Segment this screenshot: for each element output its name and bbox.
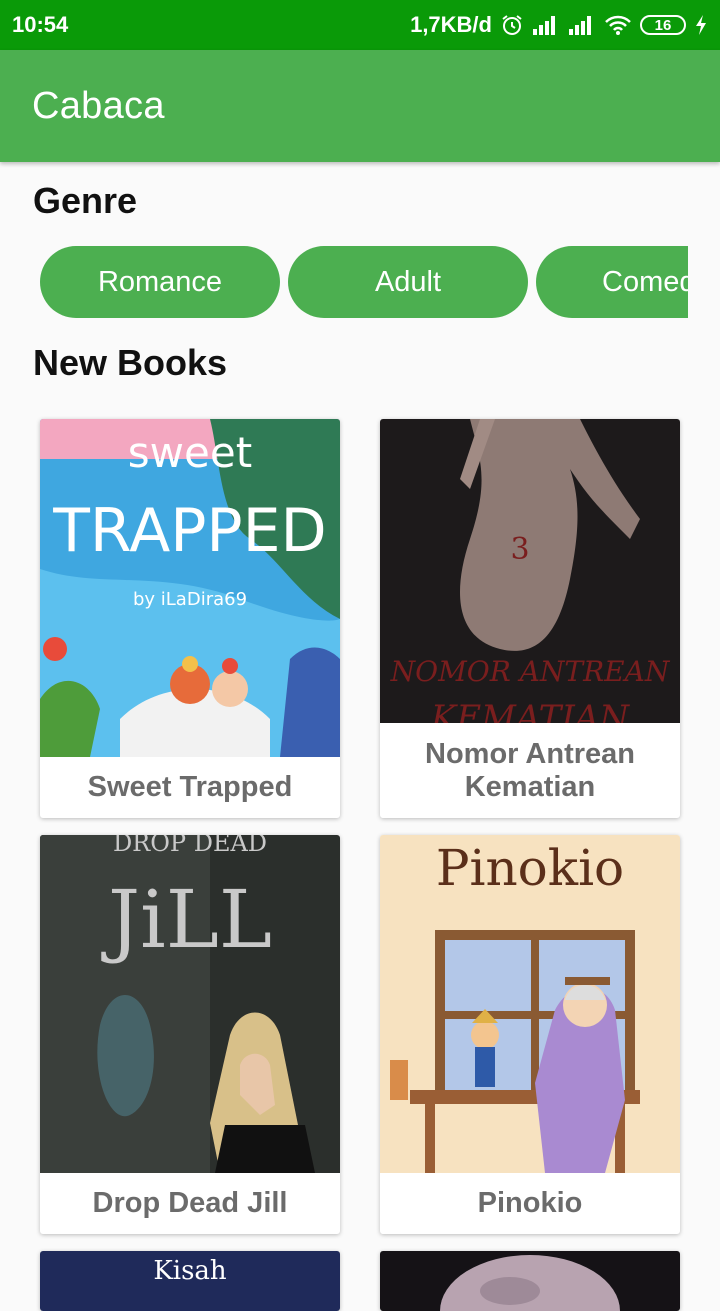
book-card[interactable] (380, 1251, 680, 1311)
cover-text: 3 (510, 532, 529, 567)
book-card-sweet-trapped[interactable]: sweet TRAPPED by iLaDira69 Sweet Trapped (40, 419, 340, 818)
genre-list[interactable]: RomanceAdultComedy (40, 246, 688, 320)
status-bar: 10:54 1,7KB/d 16 (0, 0, 720, 50)
app-bar: Cabaca (0, 50, 720, 162)
cover-text: TRAPPED (52, 496, 326, 566)
cover-text: DROP DEAD (113, 835, 267, 857)
book-card-drop-dead-jill[interactable]: DROP DEAD JiLL Drop Dead Jill (40, 835, 340, 1234)
book-cover: Pinokio (380, 835, 680, 1173)
genre-chip-romance[interactable]: Romance (40, 246, 280, 318)
new-books-heading: New Books (33, 342, 228, 383)
signal-icon (532, 14, 560, 36)
book-card-pinokio[interactable]: Pinokio Pinokio (380, 835, 680, 1234)
cover-text: by iLaDira69 (133, 589, 247, 610)
genre-chip-adult[interactable]: Adult (288, 246, 528, 318)
genre-heading: Genre (33, 180, 138, 221)
alarm-icon (500, 13, 524, 37)
genre-chip-comedy[interactable]: Comedy (536, 246, 688, 318)
wifi-icon (604, 14, 632, 36)
charging-icon (694, 14, 708, 36)
battery-icon: 16 (640, 15, 686, 35)
cover-text: JiLL (101, 873, 272, 966)
book-card[interactable]: Kisah (40, 1251, 340, 1311)
book-cover: Kisah (40, 1251, 340, 1311)
status-time: 10:54 (12, 12, 69, 37)
cover-text: Pinokio (436, 839, 624, 897)
book-cover: sweet TRAPPED by iLaDira69 (40, 419, 340, 757)
book-title: Sweet Trapped (87, 771, 293, 803)
cover-text: KEMATIAN (430, 698, 630, 723)
cover-text: Kisah (153, 1256, 227, 1286)
signal-icon (568, 14, 596, 36)
book-card-nomor-antrean-kematian[interactable]: 3 NOMOR ANTREAN KEMATIAN Nomor Antrean K… (380, 419, 680, 818)
book-title: Drop Dead Jill (92, 1187, 288, 1219)
cover-text: NOMOR ANTREAN (390, 655, 671, 688)
book-cover (380, 1251, 680, 1311)
cover-text: sweet (128, 428, 252, 477)
network-speed: 1,7KB/d (410, 12, 492, 37)
book-cover: DROP DEAD JiLL (40, 835, 340, 1173)
book-title: Nomor Antrean Kematian (425, 737, 635, 803)
app-title: Cabaca (32, 84, 165, 127)
book-title: Pinokio (477, 1187, 583, 1219)
battery-level: 16 (654, 16, 672, 34)
status-icons: 1,7KB/d 16 (410, 12, 708, 38)
book-cover: 3 NOMOR ANTREAN KEMATIAN (380, 419, 680, 723)
